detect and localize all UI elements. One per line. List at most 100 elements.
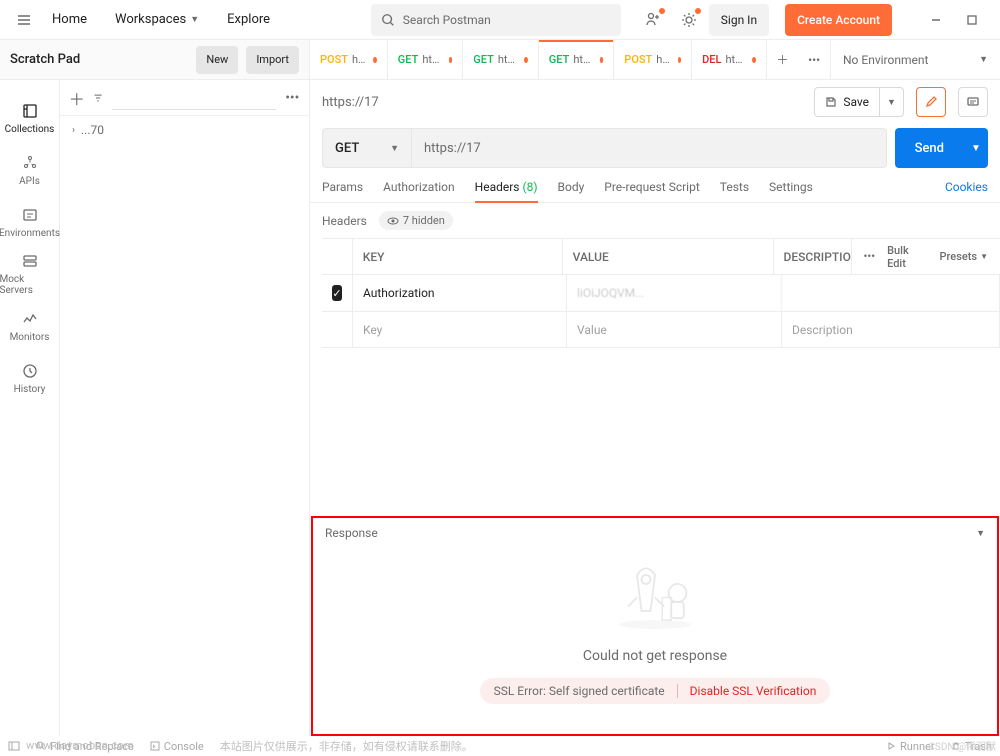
bulk-edit-button[interactable]: Bulk Edit — [887, 244, 927, 270]
add-collection-button[interactable]: ＋ — [68, 86, 85, 110]
response-message: Could not get response — [583, 648, 727, 664]
comment-button[interactable] — [958, 87, 988, 117]
nav-explore[interactable]: Explore — [215, 4, 282, 35]
chevron-down-icon[interactable]: ▼ — [976, 528, 985, 539]
sidebar-history[interactable]: History — [0, 352, 60, 404]
chevron-down-icon: ▼ — [390, 143, 399, 154]
tab-prerequest[interactable]: Pre-request Script — [604, 180, 699, 202]
tab-3[interactable]: GEThttps:/ — [539, 40, 615, 79]
chevron-down-icon: ▼ — [190, 14, 199, 25]
nav-home[interactable]: Home — [40, 4, 99, 35]
environment-select[interactable]: No Environment ▼ — [830, 40, 1000, 79]
add-tab-button[interactable]: ＋ — [767, 40, 799, 79]
tab-url: https:/ — [573, 53, 593, 66]
unsaved-dot — [373, 57, 376, 63]
header-description[interactable] — [782, 275, 1000, 311]
header-checkbox[interactable]: ✓ — [332, 285, 342, 301]
save-label: Save — [843, 95, 869, 109]
filter-input[interactable] — [112, 86, 276, 110]
response-title: Response — [325, 526, 378, 540]
method-label: GET — [335, 141, 359, 156]
tab-method: GET — [549, 53, 570, 66]
tree-item-label: ...70 — [81, 123, 104, 137]
tab-method: GET — [398, 53, 419, 66]
tab-params[interactable]: Params — [322, 180, 363, 202]
tab-body[interactable]: Body — [558, 180, 585, 202]
signin-button[interactable]: Sign In — [709, 4, 769, 36]
tab-method: POST — [320, 53, 348, 66]
sidebar-label: Environments — [0, 228, 60, 239]
tab-4[interactable]: POSThttps: — [614, 40, 692, 79]
filter-icon[interactable] — [93, 91, 103, 105]
more-button[interactable]: ••• — [864, 250, 876, 263]
sidebar-environments[interactable]: Environments — [0, 196, 60, 248]
tab-0[interactable]: POST https: — [310, 40, 388, 79]
unsaved-dot — [678, 57, 681, 63]
search-placeholder: Search Postman — [403, 13, 491, 27]
unsaved-dot — [752, 57, 756, 63]
create-account-button[interactable]: Create Account — [785, 4, 892, 36]
new-button[interactable]: New — [196, 46, 238, 74]
tab-url: https:/ — [725, 53, 745, 66]
url-input[interactable] — [412, 128, 887, 168]
runner-button[interactable]: Runner — [886, 740, 935, 753]
sidebar-monitors[interactable]: Monitors — [0, 300, 60, 352]
nav-workspaces-label: Workspaces — [115, 12, 186, 27]
edit-button[interactable] — [916, 87, 946, 117]
chevron-right-icon: › — [72, 125, 75, 136]
header-value[interactable]: liOiJOQVM... — [567, 275, 782, 311]
header-key[interactable]: Authorization — [352, 275, 567, 311]
send-button[interactable]: Send — [895, 128, 964, 168]
save-button[interactable]: Save — [814, 87, 880, 117]
tab-method: GET — [473, 53, 494, 66]
tab-2[interactable]: GEThttps:/ — [463, 40, 539, 79]
pencil-icon — [924, 95, 938, 109]
environment-label: No Environment — [843, 53, 928, 67]
col-value: VALUE — [563, 239, 774, 274]
tab-5[interactable]: DELhttps:/ — [692, 40, 767, 79]
nav-workspaces[interactable]: Workspaces ▼ — [103, 4, 211, 35]
comment-icon — [966, 95, 980, 109]
tab-tests[interactable]: Tests — [720, 180, 749, 202]
window-maximize-icon[interactable] — [956, 4, 988, 36]
header-value-input[interactable]: Value — [567, 312, 782, 347]
env-icon — [21, 206, 39, 224]
presets-button[interactable]: Presets ▼ — [940, 250, 989, 263]
hidden-toggle[interactable]: 7 hidden — [379, 211, 453, 230]
csdn-watermark: CSDN @悕羽獸 — [928, 738, 996, 753]
notification-dot — [659, 8, 665, 14]
disable-ssl-link[interactable]: Disable SSL Verification — [677, 684, 817, 698]
save-dropdown[interactable]: ▼ — [880, 87, 904, 117]
import-button[interactable]: Import — [246, 46, 299, 74]
header-key-input[interactable]: Key — [352, 312, 567, 347]
tab-url: https: — [352, 53, 367, 66]
header-desc-input[interactable]: Description — [782, 312, 1000, 347]
tab-headers-label: Headers — [475, 180, 520, 194]
cookies-link[interactable]: Cookies — [945, 180, 988, 202]
search-input[interactable]: Search Postman — [371, 4, 621, 36]
collections-icon — [21, 102, 39, 120]
tab-settings[interactable]: Settings — [769, 180, 813, 202]
sidebar-apis[interactable]: APIs — [0, 144, 60, 196]
request-tabs: POSThttps: GEThttps:/ GEThttps:/ GEThttp… — [310, 40, 830, 79]
sidebar-collections[interactable]: Collections — [0, 92, 60, 144]
settings-icon[interactable] — [673, 4, 705, 36]
hamburger-icon[interactable] — [12, 8, 36, 32]
method-select[interactable]: GET ▼ — [322, 128, 412, 168]
sidebar-toggle-icon[interactable] — [8, 740, 20, 752]
invite-icon[interactable] — [637, 4, 669, 36]
tree-item[interactable]: › ...70 — [60, 116, 309, 144]
tree-more-button[interactable]: ••• — [284, 86, 301, 110]
send-dropdown[interactable]: ▼ — [964, 128, 988, 168]
tab-headers[interactable]: Headers (8) — [475, 180, 538, 202]
tabs-more-button[interactable]: ••• — [798, 40, 830, 79]
tab-authorization[interactable]: Authorization — [383, 180, 455, 202]
sidebar-label: Collections — [5, 124, 55, 135]
scratch-pad-title: Scratch Pad — [10, 52, 188, 67]
sidebar-mock-servers[interactable]: Mock Servers — [0, 248, 60, 300]
save-icon — [825, 96, 837, 108]
tab-1[interactable]: GEThttps:/ — [388, 40, 464, 79]
hidden-label: 7 hidden — [403, 214, 445, 227]
console-button[interactable]: Console — [150, 740, 204, 753]
window-minimize-icon[interactable] — [920, 4, 952, 36]
